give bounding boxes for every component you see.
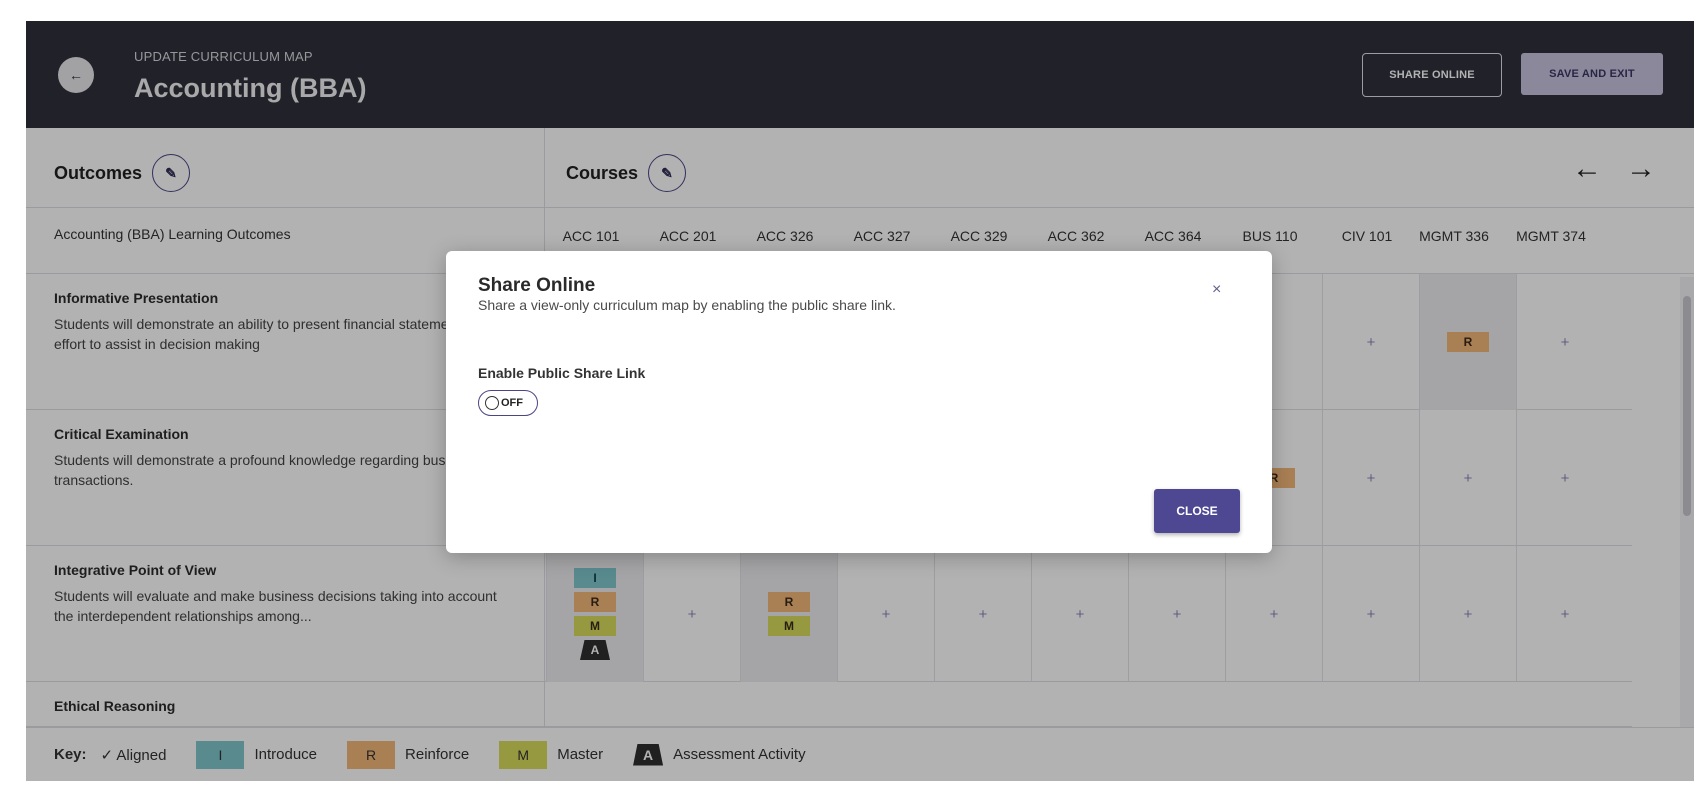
dialog-title: Share Online <box>478 275 596 296</box>
toggle-knob-icon <box>485 396 499 410</box>
public-link-toggle-label: Enable Public Share Link <box>478 365 646 381</box>
toggle-state: OFF <box>501 397 523 409</box>
curriculum-map-app: ← UPDATE CURRICULUM MAP Accounting (BBA)… <box>26 21 1694 781</box>
close-icon[interactable]: × <box>1212 281 1221 299</box>
public-link-toggle[interactable]: OFF <box>478 390 538 416</box>
share-online-dialog: Share Online Share a view-only curriculu… <box>446 251 1272 553</box>
dialog-description: Share a view-only curriculum map by enab… <box>478 297 896 313</box>
close-button[interactable]: CLOSE <box>1154 489 1240 533</box>
